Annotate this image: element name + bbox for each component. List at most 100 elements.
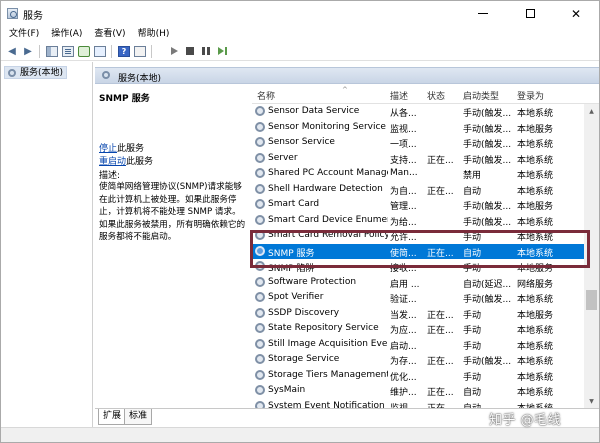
- tab-standard[interactable]: 标准: [124, 409, 153, 425]
- scrollbar-thumb[interactable]: [586, 290, 597, 310]
- pause-service-button[interactable]: [199, 44, 213, 58]
- restart-service-button[interactable]: [215, 44, 229, 58]
- cell-status: 正在...: [427, 155, 454, 166]
- tree-node-services-local[interactable]: 服务(本地): [4, 66, 68, 79]
- table-row[interactable]: Shell Hardware Detection 为自... 正在... 自动 本地系统: [252, 182, 584, 198]
- table-row[interactable]: System Event Notification ...监视...正在...自…: [252, 399, 584, 408]
- cell-name: Sensor Service: [268, 137, 335, 147]
- cell-log-on-as: 本地系统: [517, 109, 554, 119]
- column-header-log-on-as[interactable]: 登录为: [517, 89, 544, 102]
- service-gear-icon: [255, 245, 265, 256]
- forward-arrow-icon: ▶: [24, 45, 32, 57]
- refresh-button[interactable]: [77, 44, 91, 58]
- forward-button[interactable]: ▶: [21, 44, 35, 58]
- cell-name: Sensor Monitoring Service: [268, 121, 386, 132]
- cell-startup-type: 手动(触发...: [463, 109, 512, 119]
- cell-log-on-as: 本地系统: [517, 155, 554, 166]
- cell-status: 正在...: [427, 388, 454, 398]
- cell-description: 维护...: [390, 388, 417, 398]
- cell-startup-type: 手动: [463, 233, 482, 243]
- back-button[interactable]: ◀: [5, 44, 19, 58]
- service-gear-icon: [255, 307, 265, 318]
- scroll-up-arrow-icon[interactable]: ▲: [584, 104, 599, 118]
- table-row[interactable]: Software Protection 启用 ... 自动(延迟... 网络服务: [252, 275, 584, 291]
- stop-service-button[interactable]: [183, 44, 197, 58]
- cell-name: SNMP 服务: [268, 248, 315, 259]
- cell-description: 支持...: [390, 155, 417, 166]
- start-service-button[interactable]: [167, 44, 181, 58]
- restart-service-suffix: 此服务: [126, 157, 154, 167]
- minimize-button[interactable]: [460, 1, 506, 26]
- cell-name: SysMain: [268, 385, 306, 395]
- table-row[interactable]: SSDP Discovery 当发... 正在... 手动 本地服务: [252, 306, 584, 322]
- service-gear-icon: [255, 369, 265, 380]
- table-row[interactable]: Smart Card Device Enumer... 为给... 手动(触发...…: [252, 213, 584, 229]
- cell-name: Server: [268, 152, 298, 163]
- pane-header-title: 服务(本地): [118, 74, 162, 84]
- cell-startup-type: 手动: [463, 341, 482, 352]
- tab-extended[interactable]: 扩展: [98, 409, 127, 425]
- close-icon: ✕: [570, 6, 582, 21]
- column-header-description[interactable]: 描述: [390, 89, 408, 102]
- cell-description: 从各...: [390, 109, 417, 119]
- menu-action[interactable]: 操作(A): [45, 26, 88, 42]
- menu-help[interactable]: 帮助(H): [132, 26, 176, 42]
- list-view-button[interactable]: [61, 44, 75, 58]
- services-table: 名称 ^ 描述 状态 启动类型 登录为 Sensor Data Service 从…: [252, 85, 599, 408]
- column-header-name[interactable]: 名称: [257, 89, 275, 102]
- help-icon: ?: [118, 45, 130, 57]
- watermark: 知乎 @毛线: [489, 413, 562, 428]
- table-row[interactable]: Still Image Acquisition Eve... 启动... 手动 本地系…: [252, 337, 584, 353]
- service-gear-icon: [255, 338, 265, 349]
- cell-status: 正在...: [427, 357, 454, 367]
- table-header: 名称 ^ 描述 状态 启动类型 登录为: [252, 85, 599, 104]
- service-gear-icon: [255, 261, 265, 271]
- table-row[interactable]: Server 支持... 正在... 手动(触发... 本地系统: [252, 151, 584, 167]
- cell-startup-type: 自动: [463, 248, 482, 259]
- table-row[interactable]: Sensor Data Service 从各... 手动(触发... 本地系统: [252, 104, 584, 120]
- cell-status: 正在...: [427, 248, 454, 259]
- table-row[interactable]: SysMain 维护... 正在... 自动 本地系统: [252, 383, 584, 399]
- restart-service-link[interactable]: 重启动: [99, 157, 126, 167]
- service-gear-icon: [255, 230, 265, 240]
- restart-bar-icon: [224, 47, 227, 55]
- cell-name: Smart Card: [268, 199, 320, 209]
- cell-name: SSDP Discovery: [268, 307, 340, 318]
- column-header-status[interactable]: 状态: [427, 89, 445, 102]
- table-row[interactable]: Sensor Service 一项... 手动(触发... 本地系统: [252, 135, 584, 151]
- table-row[interactable]: SNMP 陷阱 接收... 手动 本地服务: [252, 259, 584, 275]
- cell-startup-type: 自动: [463, 186, 482, 197]
- table-row[interactable]: Smart Card Removal Policy 允许... 手动 本地系统: [252, 228, 584, 244]
- table-row[interactable]: Sensor Monitoring Service 监视... 手动(触发... 本地…: [252, 120, 584, 136]
- table-row[interactable]: Storage Tiers Management 优化... 手动 本地系统: [252, 368, 584, 384]
- export-list-button[interactable]: [93, 44, 107, 58]
- service-gear-icon: [255, 168, 265, 178]
- table-row[interactable]: Spot Verifier 验证... 手动(触发... 本地系统: [252, 290, 584, 306]
- cell-name: Still Image Acquisition Eve...: [268, 338, 388, 349]
- help-button[interactable]: ?: [117, 44, 131, 58]
- scroll-down-arrow-icon[interactable]: ▼: [584, 394, 599, 408]
- cell-startup-type: 手动(触发...: [463, 124, 512, 135]
- properties-button[interactable]: [133, 44, 147, 58]
- cell-name: Storage Service: [268, 354, 340, 364]
- restart-icon: [217, 47, 224, 55]
- cell-description: 监视...: [390, 124, 417, 135]
- toolbar-separator: [151, 45, 152, 58]
- cell-description: 一项...: [390, 140, 417, 150]
- table-row[interactable]: State Repository Service 为应... 正在... 手动 本地系统: [252, 321, 584, 337]
- column-header-startup-type[interactable]: 启动类型: [463, 89, 499, 102]
- cell-description: 为存...: [390, 357, 417, 367]
- service-gear-icon: [255, 400, 265, 408]
- show-hide-console-tree-button[interactable]: [45, 44, 59, 58]
- maximize-button[interactable]: [507, 1, 553, 26]
- vertical-scrollbar[interactable]: ▲ ▼: [584, 104, 599, 408]
- table-row[interactable]: Storage Service 为存... 正在... 手动(触发... 本地系统: [252, 352, 584, 368]
- menu-file[interactable]: 文件(F): [1, 26, 45, 42]
- table-row[interactable]: Shared PC Account Manager Man... 禁用 本地系统: [252, 166, 584, 182]
- service-gear-icon: [255, 214, 265, 225]
- stop-service-link[interactable]: 停止: [99, 144, 117, 154]
- menu-view[interactable]: 查看(V): [88, 26, 131, 42]
- table-row[interactable]: SNMP 服务 使简... 正在... 自动 本地系统: [252, 243, 584, 259]
- table-row[interactable]: Smart Card 管理... 手动(触发... 本地服务: [252, 197, 584, 213]
- close-button[interactable]: ✕: [553, 1, 599, 26]
